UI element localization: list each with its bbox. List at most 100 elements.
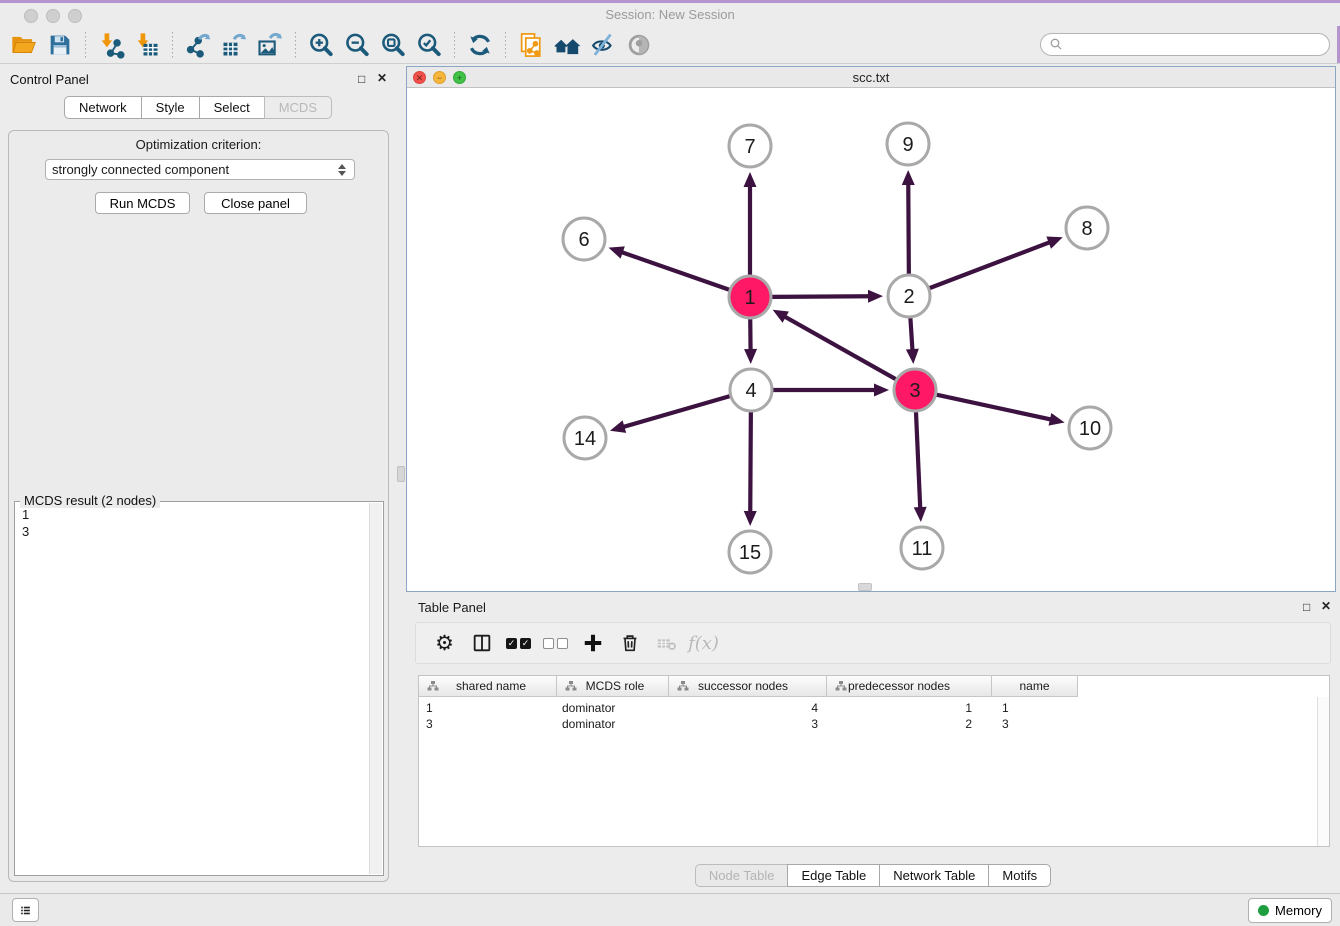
table-row[interactable]: 1 dominator 4 1 1 xyxy=(419,701,1078,717)
close-panel-button[interactable]: Close panel xyxy=(204,192,307,214)
graph-edge-1-6[interactable] xyxy=(621,252,729,290)
export-image-button[interactable] xyxy=(252,28,288,62)
graph-edge-1-2[interactable] xyxy=(772,296,870,297)
node-label: 3 xyxy=(909,380,920,402)
network-window-titlebar[interactable]: ✕ − + scc.txt xyxy=(407,67,1335,88)
graph-edge-3-1[interactable] xyxy=(784,316,896,379)
cell-mcds-role[interactable]: dominator xyxy=(557,717,669,733)
delete-table-button[interactable] xyxy=(648,625,685,661)
open-folder-icon xyxy=(10,31,38,59)
zoom-in-button[interactable] xyxy=(303,28,339,62)
save-session-button[interactable] xyxy=(42,28,78,62)
graph-node-9[interactable]: 9 xyxy=(887,123,929,165)
graph-edge-2-3[interactable] xyxy=(910,318,912,351)
refresh-button[interactable] xyxy=(462,28,498,62)
tab-network[interactable]: Network xyxy=(64,96,141,119)
graph-arrowhead xyxy=(744,349,757,364)
format-columns-button[interactable] xyxy=(463,625,500,661)
network-window-title: scc.txt xyxy=(407,70,1335,85)
result-scrollbar[interactable] xyxy=(369,503,382,874)
tab-edge-table[interactable]: Edge Table xyxy=(787,864,879,887)
import-network-button[interactable] xyxy=(93,28,129,62)
zoom-out-button[interactable] xyxy=(339,28,375,62)
criterion-select[interactable]: strongly connected component xyxy=(45,159,355,180)
table-panel-close-icon[interactable]: ✕ xyxy=(1321,600,1331,612)
clone-network-button[interactable] xyxy=(513,28,549,62)
hide-selected-button[interactable] xyxy=(585,28,621,62)
tab-node-table[interactable]: Node Table xyxy=(695,864,788,887)
column-header-shared-name[interactable]: shared name xyxy=(419,676,557,697)
select-all-button[interactable]: ✓✓ xyxy=(500,625,537,661)
import-table-button[interactable] xyxy=(129,28,165,62)
graph-node-4[interactable]: 4 xyxy=(730,369,772,411)
graph-edge-3-11[interactable] xyxy=(916,412,920,509)
table-scrollbar[interactable] xyxy=(1317,697,1329,846)
cell-successor-nodes[interactable]: 3 xyxy=(669,717,827,733)
table-tabs: Node Table Edge Table Network Table Moti… xyxy=(406,864,1340,887)
control-panel-close-icon[interactable]: ✕ xyxy=(377,72,387,84)
export-table-button[interactable] xyxy=(216,28,252,62)
graph-node-2[interactable]: 2 xyxy=(888,275,930,317)
graph-node-10[interactable]: 10 xyxy=(1069,407,1111,449)
table-settings-button[interactable]: ⚙ xyxy=(426,625,463,661)
show-all-button[interactable] xyxy=(621,28,657,62)
zoom-selected-button[interactable] xyxy=(411,28,447,62)
control-panel-float-icon[interactable]: □ xyxy=(358,73,365,85)
graph-edge-3-10[interactable] xyxy=(936,395,1051,420)
cell-predecessor-nodes[interactable]: 1 xyxy=(827,701,992,717)
run-mcds-button[interactable]: Run MCDS xyxy=(95,192,190,214)
home-networks-button[interactable] xyxy=(549,28,585,62)
column-header-predecessor-nodes[interactable]: predecessor nodes xyxy=(827,676,992,697)
tab-style[interactable]: Style xyxy=(141,96,199,119)
add-column-button[interactable] xyxy=(574,625,611,661)
column-header-successor-nodes[interactable]: successor nodes xyxy=(669,676,827,697)
table-row[interactable]: 3 dominator 3 2 3 xyxy=(419,717,1078,733)
vertical-splitter-handle[interactable] xyxy=(397,466,405,482)
export-network-button[interactable] xyxy=(180,28,216,62)
table-panel-float-icon[interactable]: □ xyxy=(1303,601,1310,613)
cell-predecessor-nodes[interactable]: 2 xyxy=(827,717,992,733)
delete-column-button[interactable] xyxy=(611,625,648,661)
graph-node-14[interactable]: 14 xyxy=(564,417,606,459)
cell-shared-name[interactable]: 1 xyxy=(419,701,557,717)
column-header-name[interactable]: name xyxy=(992,676,1078,697)
criterion-selected-value: strongly connected component xyxy=(52,162,338,177)
tab-network-table[interactable]: Network Table xyxy=(879,864,988,887)
graph-edge-2-9[interactable] xyxy=(908,183,909,274)
zoom-fit-button[interactable] xyxy=(375,28,411,62)
graph-node-3[interactable]: 3 xyxy=(894,369,936,411)
tab-select[interactable]: Select xyxy=(199,96,264,119)
table-toolbar: ⚙ ✓✓ f(x) xyxy=(415,622,1331,664)
toolbar-separator xyxy=(295,32,296,58)
graph-node-8[interactable]: 8 xyxy=(1066,207,1108,249)
column-label: shared name xyxy=(456,679,526,693)
graph-node-15[interactable]: 15 xyxy=(729,531,771,573)
cell-successor-nodes[interactable]: 4 xyxy=(669,701,827,717)
cell-name[interactable]: 1 xyxy=(992,701,1078,717)
graph-edge-4-14[interactable] xyxy=(622,396,729,427)
tab-motifs[interactable]: Motifs xyxy=(988,864,1051,887)
horizontal-splitter-handle[interactable] xyxy=(858,583,872,591)
graph-node-6[interactable]: 6 xyxy=(563,218,605,260)
zoom-selected-icon xyxy=(415,31,443,59)
network-graph-canvas[interactable]: 7 9 6 8 1 2 4 3 14 10 15 11 xyxy=(407,88,1335,591)
table-panel-title: Table Panel xyxy=(418,600,486,615)
cell-mcds-role[interactable]: dominator xyxy=(557,701,669,717)
graph-node-1[interactable]: 1 xyxy=(729,276,771,318)
column-header-mcds-role[interactable]: MCDS role xyxy=(557,676,669,697)
graph-node-7[interactable]: 7 xyxy=(729,125,771,167)
search-input[interactable] xyxy=(1064,37,1321,53)
function-builder-button[interactable]: f(x) xyxy=(685,625,722,661)
select-stepper-icon xyxy=(338,164,346,176)
cell-name[interactable]: 3 xyxy=(992,717,1078,733)
graph-edge-4-15[interactable] xyxy=(750,412,751,513)
memory-button[interactable]: Memory xyxy=(1248,898,1332,923)
graph-edge-2-8[interactable] xyxy=(930,242,1051,288)
graph-node-11[interactable]: 11 xyxy=(901,527,943,569)
cell-shared-name[interactable]: 3 xyxy=(419,717,557,733)
column-label: predecessor nodes xyxy=(848,679,950,693)
task-history-button[interactable] xyxy=(12,898,39,922)
open-session-button[interactable] xyxy=(6,28,42,62)
deselect-all-button[interactable] xyxy=(537,625,574,661)
tab-mcds[interactable]: MCDS xyxy=(264,96,332,119)
